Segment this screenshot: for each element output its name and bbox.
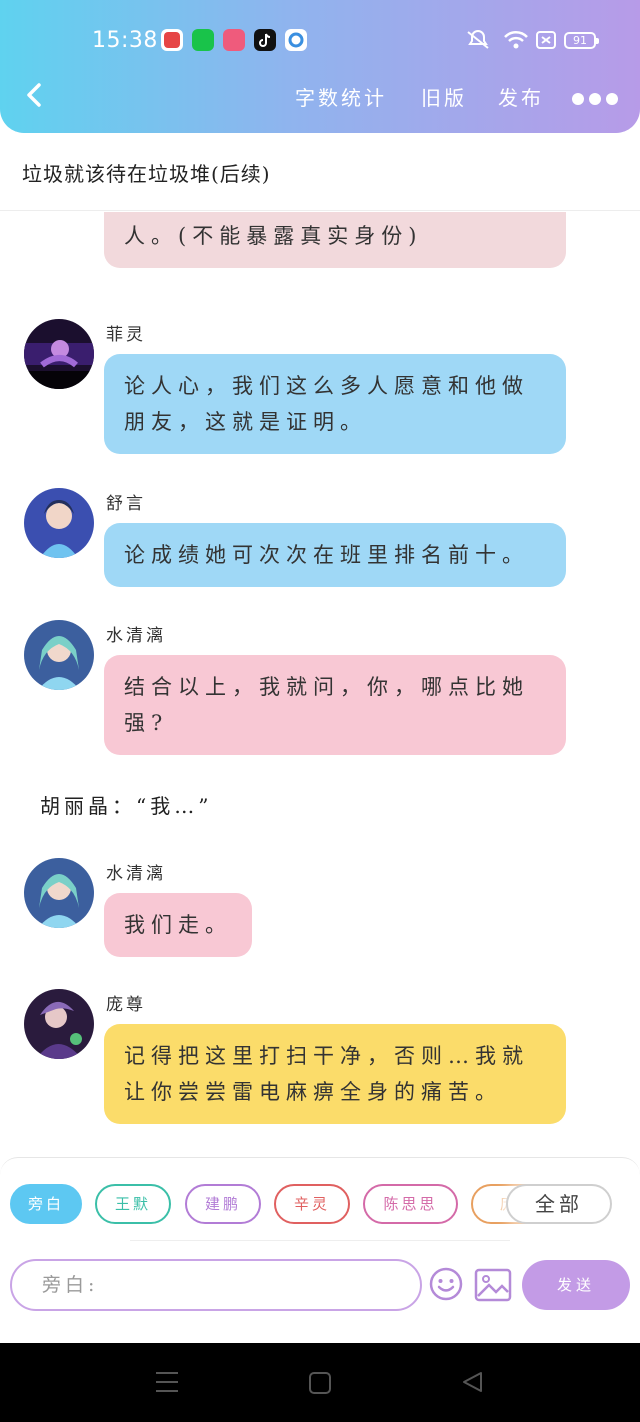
chat-bubble[interactable]: 论人心，我们这么多人愿意和他做朋友，这就是证明。 (104, 354, 566, 454)
speaker-name: 菲灵 (106, 325, 146, 345)
chat-bubble[interactable]: 论成绩她可次次在班里排名前十。 (104, 523, 566, 587)
back-icon[interactable] (460, 1370, 484, 1394)
battery-indicator: 91 (564, 32, 599, 49)
character-chip[interactable]: 辛灵 (274, 1184, 350, 1224)
chat-bubble[interactable]: 记得把这里打扫干净，否则…我就让你尝尝雷电麻痹全身的痛苦。 (104, 1024, 566, 1124)
character-chip[interactable]: 陈思思 (363, 1184, 458, 1224)
character-chip-narrator[interactable]: 旁白 (10, 1184, 82, 1224)
narration-text[interactable]: 胡丽晶：“我…” (40, 790, 212, 819)
mute-icon (467, 30, 489, 49)
character-chip[interactable]: 王默 (95, 1184, 171, 1224)
status-bar: 15:38 91 (0, 22, 640, 62)
sim-icon (536, 31, 556, 49)
speaker-name: 水清漓 (106, 864, 166, 884)
chat-bubble[interactable]: 结合以上，我就问，你，哪点比她强? (104, 655, 566, 755)
avatar[interactable] (24, 319, 94, 389)
all-characters-button[interactable]: 全部 (506, 1184, 612, 1224)
chat-list[interactable]: 不的叶罗丽武士，是罗丽公主的王人。(不能暴露真实身份) 菲灵 论人心，我们这么多… (0, 212, 640, 1157)
send-button[interactable]: 发送 (522, 1260, 630, 1310)
menu-icon[interactable] (154, 1370, 180, 1394)
tiktok-icon (254, 29, 276, 51)
divider (130, 1240, 510, 1241)
character-chip[interactable]: 建鹏 (185, 1184, 261, 1224)
story-title-bar: 垃圾就该待在垃圾堆(后续) (0, 133, 640, 211)
avatar[interactable] (24, 488, 94, 558)
back-arrow-icon[interactable] (22, 82, 48, 108)
speaker-name: 庞尊 (106, 995, 146, 1015)
publish-button[interactable]: 发布 (498, 82, 544, 111)
image-icon[interactable] (474, 1268, 512, 1302)
chat-bubble[interactable]: 不的叶罗丽武士，是罗丽公主的王人。(不能暴露真实身份) (104, 212, 566, 268)
home-icon[interactable] (308, 1371, 332, 1395)
notification-app-icon (192, 29, 214, 51)
word-count-button[interactable]: 字数统计 (295, 82, 387, 111)
wifi-icon (504, 30, 528, 49)
status-time: 15:38 (92, 28, 158, 53)
speaker-name: 舒言 (106, 494, 146, 514)
compose-panel: 旁白 王默 建鹏 辛灵 陈思思 庞 全部 旁白: 发送 (0, 1157, 640, 1343)
avatar[interactable] (24, 858, 94, 928)
more-menu-icon[interactable] (572, 90, 624, 105)
emoji-icon[interactable] (428, 1266, 464, 1302)
message-input[interactable]: 旁白: (10, 1259, 422, 1311)
old-version-button[interactable]: 旧版 (421, 82, 467, 111)
speaker-name: 水清漓 (106, 626, 166, 646)
avatar[interactable] (24, 989, 94, 1059)
system-nav-bar (0, 1343, 640, 1422)
story-title[interactable]: 垃圾就该待在垃圾堆(后续) (22, 158, 271, 187)
notification-app-icon (223, 29, 245, 51)
app-header: 15:38 91 字数统计 旧版 发布 (0, 0, 640, 133)
notification-app-icon (285, 29, 307, 51)
top-nav: 字数统计 旧版 发布 (0, 70, 640, 120)
avatar[interactable] (24, 620, 94, 690)
notification-app-icon (161, 29, 183, 51)
chat-bubble[interactable]: 我们走。 (104, 893, 252, 957)
